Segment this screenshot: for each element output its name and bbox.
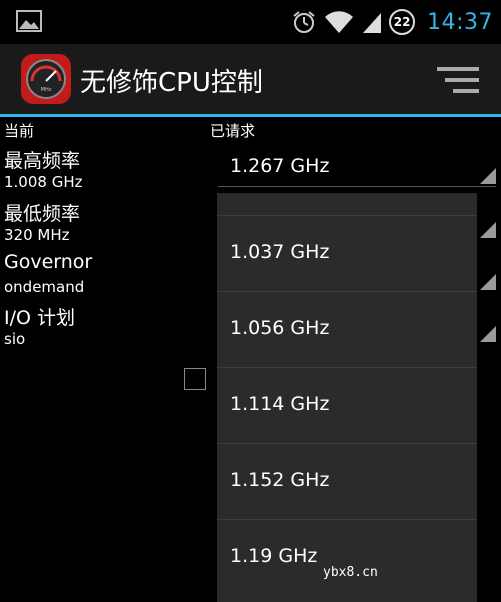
watermark: ybx8.cn: [323, 565, 378, 580]
max-freq-value: 1.008 GHz: [4, 173, 83, 191]
spinner-arrow-icon[interactable]: [480, 274, 496, 290]
clock: 14:37: [427, 9, 493, 35]
min-freq-label: 最低频率: [4, 203, 81, 225]
requested-header: 已请求: [210, 122, 256, 140]
set-on-boot-checkbox[interactable]: [184, 368, 206, 390]
alarm-icon: [293, 11, 315, 33]
dropdown-option[interactable]: 1.152 GHz: [217, 443, 477, 518]
governor-label: Governor: [4, 251, 93, 273]
logo-text: MHz: [41, 87, 52, 93]
dropdown-option[interactable]: 1.037 GHz: [217, 215, 477, 290]
status-bar: 22 14:37: [0, 0, 501, 44]
spinner-arrow-icon[interactable]: [480, 168, 496, 184]
wifi-icon: [325, 11, 354, 33]
max-freq-spinner[interactable]: 1.267 GHz: [230, 155, 329, 177]
governor-value: ondemand: [4, 278, 85, 296]
dropdown-option-label: 1.056 GHz: [230, 317, 330, 339]
current-header: 当前: [4, 122, 35, 140]
dropdown-option[interactable]: 1.056 GHz: [217, 291, 477, 366]
dropdown-option-label: 1.037 GHz: [230, 241, 330, 263]
app-title: 无修饰CPU控制: [80, 68, 263, 98]
frequency-dropdown: 1.037 GHz 1.056 GHz 1.114 GHz 1.152 GHz …: [217, 193, 477, 602]
io-scheduler-label: I/O 计划: [4, 307, 75, 329]
signal-icon: [363, 13, 382, 33]
menu-icon[interactable]: [437, 66, 479, 94]
dropdown-option-label: 1.19 GHz: [230, 545, 318, 567]
action-bar: MHz 无修饰CPU控制: [0, 44, 501, 114]
max-freq-label: 最高频率: [4, 150, 81, 172]
spinner-underline: [218, 186, 496, 187]
io-scheduler-value: sio: [4, 330, 26, 348]
dropdown-option-label: 1.114 GHz: [230, 393, 330, 415]
app-logo-speedometer-icon[interactable]: MHz: [20, 53, 72, 105]
min-freq-value: 320 MHz: [4, 226, 70, 244]
notification-badge: 22: [389, 9, 416, 35]
spinner-arrow-icon[interactable]: [480, 326, 496, 342]
spinner-arrow-icon[interactable]: [480, 222, 496, 238]
image-icon: [16, 10, 42, 32]
dropdown-option[interactable]: 1.114 GHz: [217, 367, 477, 442]
dropdown-option-label: 1.152 GHz: [230, 469, 330, 491]
dropdown-option[interactable]: 1.19 GHz: [217, 519, 477, 594]
